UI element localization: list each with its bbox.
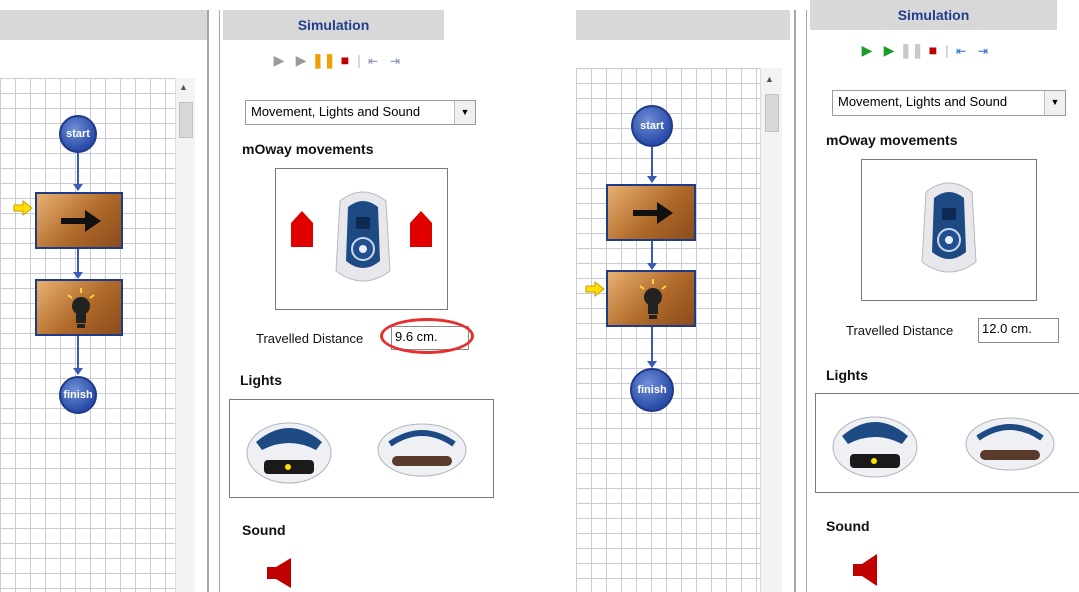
connector — [651, 241, 653, 263]
simulation-toolbar: ▶ ▶ ❚❚ ■ | ⇤ ⇥ — [856, 42, 1046, 64]
movement-preview — [275, 168, 448, 310]
connector-arrowhead — [73, 272, 83, 279]
editor-header — [0, 10, 207, 40]
scroll-up-icon[interactable]: ▲ — [179, 82, 188, 92]
travelled-distance-label: Travelled Distance — [846, 323, 954, 338]
stop-icon[interactable]: ■ — [922, 42, 944, 58]
step-over-icon[interactable]: ⇥ — [384, 54, 406, 68]
light-block[interactable] — [606, 270, 696, 327]
step-over-icon[interactable]: ⇥ — [972, 44, 994, 58]
pause-icon[interactable]: ❚❚ — [312, 52, 335, 69]
speaker-icon — [853, 554, 877, 586]
arrow-right-icon — [633, 202, 673, 224]
scroll-thumb[interactable] — [765, 94, 779, 132]
movements-title: mOway movements — [826, 132, 958, 148]
scroll-thumb[interactable] — [179, 102, 193, 138]
move-forward-block[interactable] — [606, 184, 696, 241]
connector — [77, 336, 79, 368]
play-icon[interactable]: ▶ — [268, 52, 290, 69]
lightbulb-icon — [639, 279, 667, 319]
connector-arrowhead — [647, 176, 657, 183]
connector — [77, 249, 79, 272]
pause-icon[interactable]: ❚❚ — [900, 42, 923, 59]
robot-image — [921, 182, 977, 273]
simulation-toolbar: ▶ ▶ ❚❚ ■ | ⇤ ⇥ — [268, 52, 458, 74]
light-block[interactable] — [35, 279, 123, 336]
finish-node[interactable]: finish — [630, 368, 674, 412]
travelled-distance-label: Travelled Distance — [256, 331, 364, 346]
simulation-title: Simulation — [810, 0, 1057, 30]
start-node[interactable]: start — [59, 115, 97, 153]
connector — [651, 147, 653, 176]
connector-arrowhead — [647, 361, 657, 368]
flowchart-canvas[interactable] — [576, 68, 760, 592]
robot-front-image — [832, 416, 918, 478]
distance-highlight-circle — [380, 318, 474, 354]
splitter[interactable] — [207, 10, 209, 592]
chevron-down-icon[interactable]: ▼ — [1044, 91, 1065, 115]
step-icon[interactable]: ▶ — [878, 42, 900, 59]
mode-dropdown[interactable]: Movement, Lights and Sound ▼ — [245, 100, 476, 125]
step-icon[interactable]: ▶ — [290, 52, 312, 69]
sound-title: Sound — [242, 522, 286, 538]
splitter[interactable] — [794, 10, 796, 592]
vertical-scrollbar[interactable]: ▲ — [760, 68, 782, 592]
connector — [651, 327, 653, 361]
mode-dropdown[interactable]: Movement, Lights and Sound ▼ — [832, 90, 1066, 116]
mode-dropdown-value: Movement, Lights and Sound — [838, 94, 1008, 109]
robot-image — [335, 191, 391, 282]
sound-title: Sound — [826, 518, 870, 534]
connector-arrowhead — [73, 184, 83, 191]
speaker-icon — [267, 558, 291, 588]
step-into-icon[interactable]: ⇤ — [950, 44, 972, 58]
scroll-up-icon[interactable]: ▲ — [765, 74, 774, 84]
lights-title: Lights — [826, 367, 868, 383]
robot-front-image — [246, 422, 332, 484]
current-step-pointer-icon — [13, 199, 33, 217]
play-icon[interactable]: ▶ — [856, 42, 878, 59]
simulation-title: Simulation — [223, 10, 444, 40]
finish-node[interactable]: finish — [59, 376, 97, 414]
panel-border — [806, 10, 807, 592]
panel-border — [219, 10, 220, 592]
robot-back-image — [965, 417, 1055, 471]
lights-preview — [815, 393, 1079, 493]
arrow-right-icon — [61, 210, 101, 232]
connector-arrowhead — [73, 368, 83, 375]
current-step-pointer-icon — [585, 280, 605, 298]
lights-preview — [229, 399, 494, 498]
movements-title: mOway movements — [242, 141, 374, 157]
step-into-icon[interactable]: ⇤ — [362, 54, 384, 68]
stop-icon[interactable]: ■ — [334, 52, 356, 68]
right-wheel-arrow-icon — [410, 211, 432, 247]
movement-preview — [861, 159, 1037, 301]
mode-dropdown-value: Movement, Lights and Sound — [251, 104, 421, 119]
travelled-distance-field[interactable]: 12.0 cm. — [978, 318, 1059, 343]
chevron-down-icon[interactable]: ▼ — [454, 101, 475, 124]
editor-header — [576, 10, 790, 40]
lightbulb-icon — [67, 288, 95, 328]
robot-back-image — [377, 423, 467, 477]
move-forward-block[interactable] — [35, 192, 123, 249]
vertical-scrollbar[interactable]: ▲ — [175, 78, 195, 592]
start-node[interactable]: start — [631, 105, 673, 147]
connector — [77, 153, 79, 184]
lights-title: Lights — [240, 372, 282, 388]
connector-arrowhead — [647, 263, 657, 270]
left-wheel-arrow-icon — [291, 211, 313, 247]
